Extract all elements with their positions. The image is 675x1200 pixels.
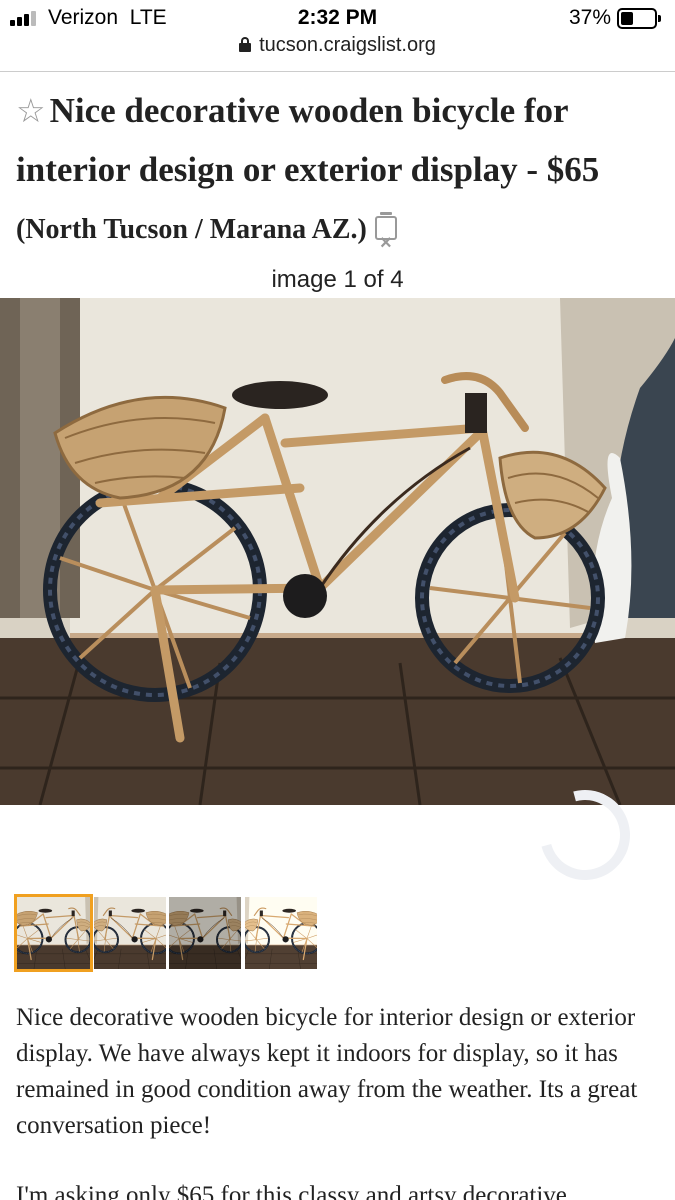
divider <box>0 71 675 72</box>
url-text: tucson.craigslist.org <box>259 34 436 56</box>
price: $65 <box>546 150 600 189</box>
address-bar[interactable]: tucson.craigslist.org <box>0 34 675 68</box>
description-paragraph-2: I'm asking only $65 for this classy and … <box>16 1182 567 1200</box>
title-text: Nice decorative wooden bicycle for inter… <box>16 91 568 189</box>
thumbnail-1[interactable] <box>14 894 93 972</box>
star-icon[interactable]: ☆ <box>16 94 46 130</box>
thumbnail-2[interactable] <box>94 897 166 969</box>
lock-icon <box>239 37 252 52</box>
battery-icon <box>617 8 661 29</box>
thumbnail-4[interactable] <box>245 897 317 969</box>
battery-fill <box>621 12 633 25</box>
image-counter: image 1 of 4 <box>271 266 404 293</box>
location: (North Tucson / Marana AZ.) <box>16 214 367 245</box>
thumbnail-3[interactable] <box>169 897 241 969</box>
status-bar: Verizon LTE 2:32 PM 37% <box>0 0 675 36</box>
main-image[interactable] <box>0 298 675 805</box>
posting-title: ☆ Nice decorative wooden bicycle for inte… <box>16 82 661 272</box>
trash-x-icon[interactable] <box>374 212 397 272</box>
description-paragraph-1: Nice decorative wooden bicycle for inter… <box>16 1004 638 1139</box>
battery-percent: 37% <box>568 6 611 29</box>
posting-body: Nice decorative wooden bicycle for inter… <box>16 1000 656 1200</box>
